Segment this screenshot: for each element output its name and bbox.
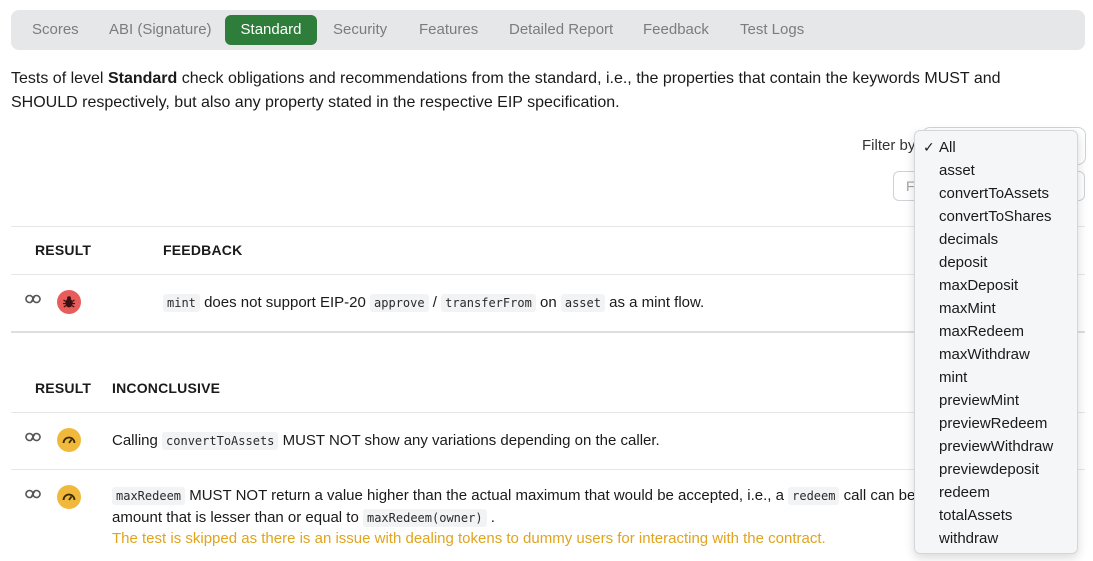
text-part: as a mint flow. [604, 294, 705, 311]
text-part: . [486, 509, 495, 526]
code-transferfrom: transferFrom [441, 294, 536, 312]
dropdown-option[interactable]: totalAssets [939, 507, 1012, 524]
text-part: amount that is lesser than or equal to [112, 509, 363, 526]
intro-level: Standard [107, 70, 178, 87]
dropdown-option[interactable]: maxRedeem [939, 323, 1024, 340]
code-redeem: redeem [788, 487, 840, 505]
code-maxredeem: maxRedeem [112, 487, 186, 505]
tab-bar: Scores ABI (Signature) Standard Security… [11, 10, 1085, 50]
dropdown-option[interactable]: mint [939, 369, 967, 386]
tab-security[interactable]: Security [321, 15, 399, 45]
dropdown-option[interactable]: maxWithdraw [939, 346, 1030, 363]
tab-detailed-report[interactable]: Detailed Report [497, 15, 625, 45]
dropdown-option[interactable]: convertToShares [939, 208, 1052, 225]
dropdown-option[interactable]: maxDeposit [939, 277, 1018, 294]
dropdown-option[interactable]: asset [939, 162, 975, 179]
column-header-result: RESULT [35, 242, 92, 258]
code-approve: approve [370, 294, 429, 312]
dropdown-option[interactable]: withdraw [939, 530, 998, 547]
gauge-icon [62, 493, 76, 501]
inconclusive-badge [57, 485, 81, 509]
filter-label: Filter by [862, 137, 916, 154]
bug-icon [63, 296, 75, 308]
tab-test-logs[interactable]: Test Logs [728, 15, 816, 45]
tab-features[interactable]: Features [407, 15, 490, 45]
intro-line2: SHOULD respectively, but also any proper… [11, 94, 620, 111]
dropdown-option[interactable]: redeem [939, 484, 990, 501]
code-mint: mint [163, 294, 200, 312]
dropdown-option[interactable]: previewMint [939, 392, 1019, 409]
dropdown-option[interactable]: previewWithdraw [939, 438, 1053, 455]
intro-prefix: Tests of level [11, 70, 108, 87]
text-part: Calling [112, 432, 163, 449]
code-converttoassets: convertToAssets [162, 432, 279, 450]
column-header-result: RESULT [35, 380, 92, 396]
checkmark-icon: ✓ [923, 139, 935, 155]
inconclusive-text-line2: amount that is lesser than or equal to m… [112, 507, 495, 529]
code-maxredeem-owner: maxRedeem(owner) [362, 509, 487, 527]
link-icon[interactable] [25, 292, 41, 306]
dropdown-option-all[interactable]: All [939, 139, 956, 156]
fail-badge [57, 290, 81, 314]
tab-scores[interactable]: Scores [20, 15, 91, 45]
dropdown-option[interactable]: convertToAssets [939, 185, 1049, 202]
text-part: on [535, 294, 561, 311]
filter-dropdown-menu[interactable]: ✓ All asset convertToAssets convertToSha… [914, 130, 1078, 554]
dropdown-option[interactable]: previewRedeem [939, 415, 1047, 432]
inconclusive-text-line1: maxRedeem MUST NOT return a value higher… [112, 485, 927, 507]
text-part: MUST NOT return a value higher than the … [185, 487, 789, 504]
tab-abi-signature[interactable]: ABI (Signature) [97, 15, 224, 45]
text-part: / [428, 294, 442, 311]
dropdown-option[interactable]: decimals [939, 231, 998, 248]
level-description: Tests of level Standard check obligation… [11, 67, 1081, 115]
dropdown-option[interactable]: maxMint [939, 300, 996, 317]
code-asset: asset [560, 294, 605, 312]
intro-line1: check obligations and recommendations fr… [177, 70, 1001, 87]
dropdown-option[interactable]: previewdeposit [939, 461, 1039, 478]
feedback-text: mint does not support EIP-20 approve / t… [163, 292, 704, 314]
column-header-feedback: FEEDBACK [163, 242, 243, 258]
inconclusive-text: Calling convertToAssets MUST NOT show an… [112, 430, 660, 452]
tab-feedback[interactable]: Feedback [631, 15, 721, 45]
text-part: MUST NOT show any variations depending o… [278, 432, 660, 449]
link-icon[interactable] [25, 430, 41, 444]
column-header-inconclusive: INCONCLUSIVE [112, 380, 221, 396]
text-part: does not support EIP-20 [199, 294, 371, 311]
dropdown-option[interactable]: deposit [939, 254, 987, 271]
gauge-icon [62, 436, 76, 444]
skip-warning: The test is skipped as there is an issue… [112, 530, 826, 547]
tab-standard[interactable]: Standard [225, 15, 317, 45]
inconclusive-badge [57, 428, 81, 452]
link-icon[interactable] [25, 487, 41, 501]
